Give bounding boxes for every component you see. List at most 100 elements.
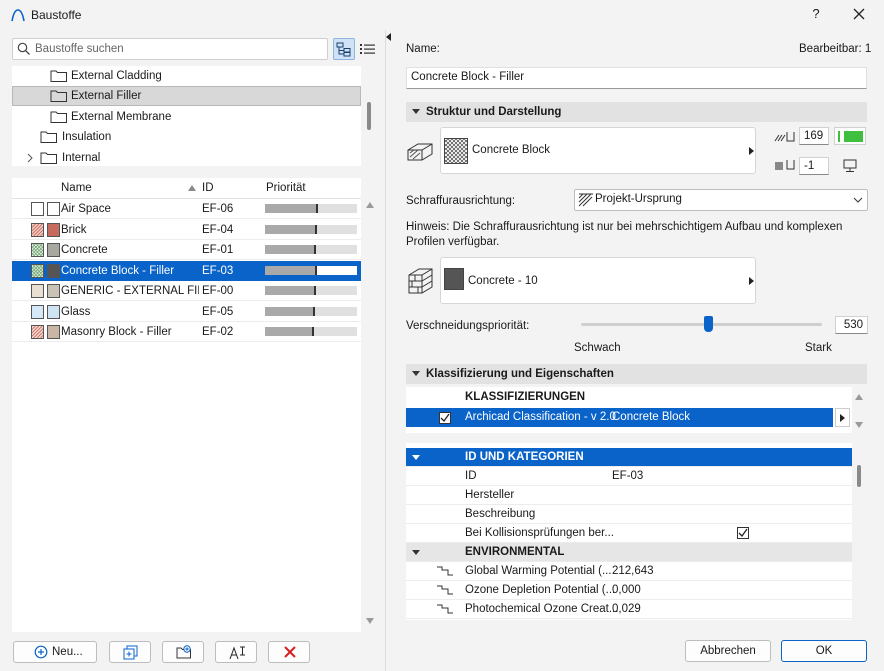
material-id: EF-03 [202,264,234,277]
surface-color-swatch [47,222,60,237]
hint-text: Hinweis: Die Schraffurausrichtung ist nu… [406,221,843,248]
slider-thumb[interactable] [704,316,714,332]
property-value[interactable]: 0,029 [612,600,641,619]
property-group-environmental[interactable]: ENVIRONMENTAL [406,543,852,562]
folder-tree: External Cladding External Filler Extern… [12,66,361,166]
chevron-right-icon [749,147,754,155]
collapse-triangle-icon [412,550,420,555]
rename-button[interactable] [215,641,257,663]
cut-fill-swatch [444,138,468,164]
section-classification[interactable]: Klassifizierung und Eigenschaften [406,364,867,384]
section-structure[interactable]: Struktur und Darstellung [406,102,867,122]
property-row[interactable]: ID EF-03 [406,467,852,486]
new-material-button[interactable]: Neu... [13,641,97,663]
delete-button[interactable] [268,641,310,663]
classifications-header: KLASSIFIZIERUNGEN [465,391,586,403]
new-button-label: Neu... [52,646,83,658]
new-folder-icon [176,645,192,660]
property-key: Ozone Depletion Potential (... [465,584,616,596]
column-header-name[interactable]: Name [61,182,92,194]
collision-checkbox[interactable] [737,527,749,539]
tree-item-selected[interactable]: External Filler [12,86,361,106]
scroll-down-icon[interactable] [855,422,863,428]
ok-button[interactable]: OK [781,640,867,662]
fill-pattern-swatch [31,284,44,298]
tree-view-button[interactable] [333,38,355,60]
property-row[interactable]: Beschreibung [406,505,852,524]
hatch-orientation-select[interactable]: Projekt-Ursprung [574,189,868,211]
surface-color-swatch [47,202,60,216]
table-row[interactable]: GENERIC - EXTERNAL FILL...EF-00 [12,281,361,301]
surface-icon [406,265,434,295]
property-value[interactable]: EF-03 [612,467,643,486]
column-header-id[interactable]: ID [202,182,214,194]
help-button[interactable]: ? [806,4,826,24]
property-key: Hersteller [465,489,515,501]
material-name: Glass [61,305,91,318]
material-name: Masonry Block - Filler [61,326,172,338]
pen-number-field[interactable]: 169 [799,127,829,145]
app-icon [10,7,26,23]
list-view-button[interactable] [357,38,379,60]
tree-item[interactable]: External Membrane [12,107,361,127]
tree-item[interactable]: Internal [12,148,361,166]
table-row[interactable]: Glass EF-05 [12,302,361,322]
table-row[interactable]: Concrete EF-01 [12,240,361,260]
classification-checkbox[interactable] [439,412,451,424]
delete-x-icon [283,645,297,659]
intersection-priority-slider[interactable] [581,323,822,326]
linked-property-icon [436,584,454,597]
classification-row[interactable]: Archicad Classification - v 2.0 Concrete… [406,408,833,427]
property-row[interactable]: Bei Kollisionsprüfungen ber... [406,524,852,543]
material-name: Concrete Block - Filler [61,264,175,277]
priority-bar-fill [265,286,316,295]
table-row[interactable]: Brick EF-04 [12,220,361,240]
property-row[interactable]: Global Warming Potential (... 212,643 [406,562,852,581]
close-button[interactable] [846,4,872,26]
properties-scrollbar[interactable] [857,465,861,487]
cut-fill-selector[interactable]: Concrete Block [440,127,756,174]
property-row[interactable]: Hersteller [406,486,852,505]
intersection-priority-field[interactable]: 530 [835,316,868,334]
priority-bar-fill [265,204,318,213]
property-value[interactable]: 212,643 [612,562,654,581]
chevron-down-icon [853,197,863,204]
rename-icon [229,645,247,660]
classification-expand-button[interactable] [835,408,850,427]
tree-item[interactable]: Insulation [12,127,361,147]
table-row-selected[interactable]: Concrete Block - Filler EF-03 [12,260,361,281]
property-group-id-categories[interactable]: ID UND KATEGORIEN [406,448,852,467]
intersection-priority-label: Verschneidungspriorität: [406,320,530,332]
name-field[interactable]: Concrete Block - Filler [406,67,867,89]
property-value[interactable]: 0,000 [612,581,641,600]
surface-selector[interactable]: Concrete - 10 [440,257,756,304]
background-pen-field[interactable]: -1 [799,157,829,175]
monitor-button[interactable] [834,157,866,175]
new-folder-button[interactable] [162,641,204,663]
list-icon [360,44,375,54]
fill-pattern-swatch [31,263,44,278]
property-row[interactable]: Ozone Depletion Potential (... 0,000 [406,581,852,600]
duplicate-button[interactable] [109,641,151,663]
tree-scrollbar[interactable] [367,102,371,130]
pen-color-button[interactable] [834,127,866,145]
tree-item[interactable]: External Cladding [12,66,361,86]
search-box[interactable] [12,38,328,60]
background-pen-icon [774,157,798,173]
surface-color-swatch [47,325,60,339]
scroll-up-icon[interactable] [855,394,863,400]
scroll-up-icon[interactable] [366,202,374,208]
column-header-priority[interactable]: Priorität [266,182,306,194]
tree-item-label: Insulation [62,131,112,143]
chevron-right-icon[interactable] [26,152,34,164]
fill-pattern-swatch [31,325,44,339]
folder-icon [50,69,68,83]
property-row[interactable]: Photochemical Ozone Creat... 0,029 [406,600,852,619]
panel-divider[interactable] [385,30,386,671]
search-input[interactable] [35,41,320,57]
linked-property-icon [436,565,454,578]
table-row[interactable]: Air Space EF-06 [12,199,361,219]
scroll-down-icon[interactable] [366,618,374,624]
cancel-button[interactable]: Abbrechen [685,640,771,662]
table-row[interactable]: Masonry Block - Filler EF-02 [12,322,361,342]
